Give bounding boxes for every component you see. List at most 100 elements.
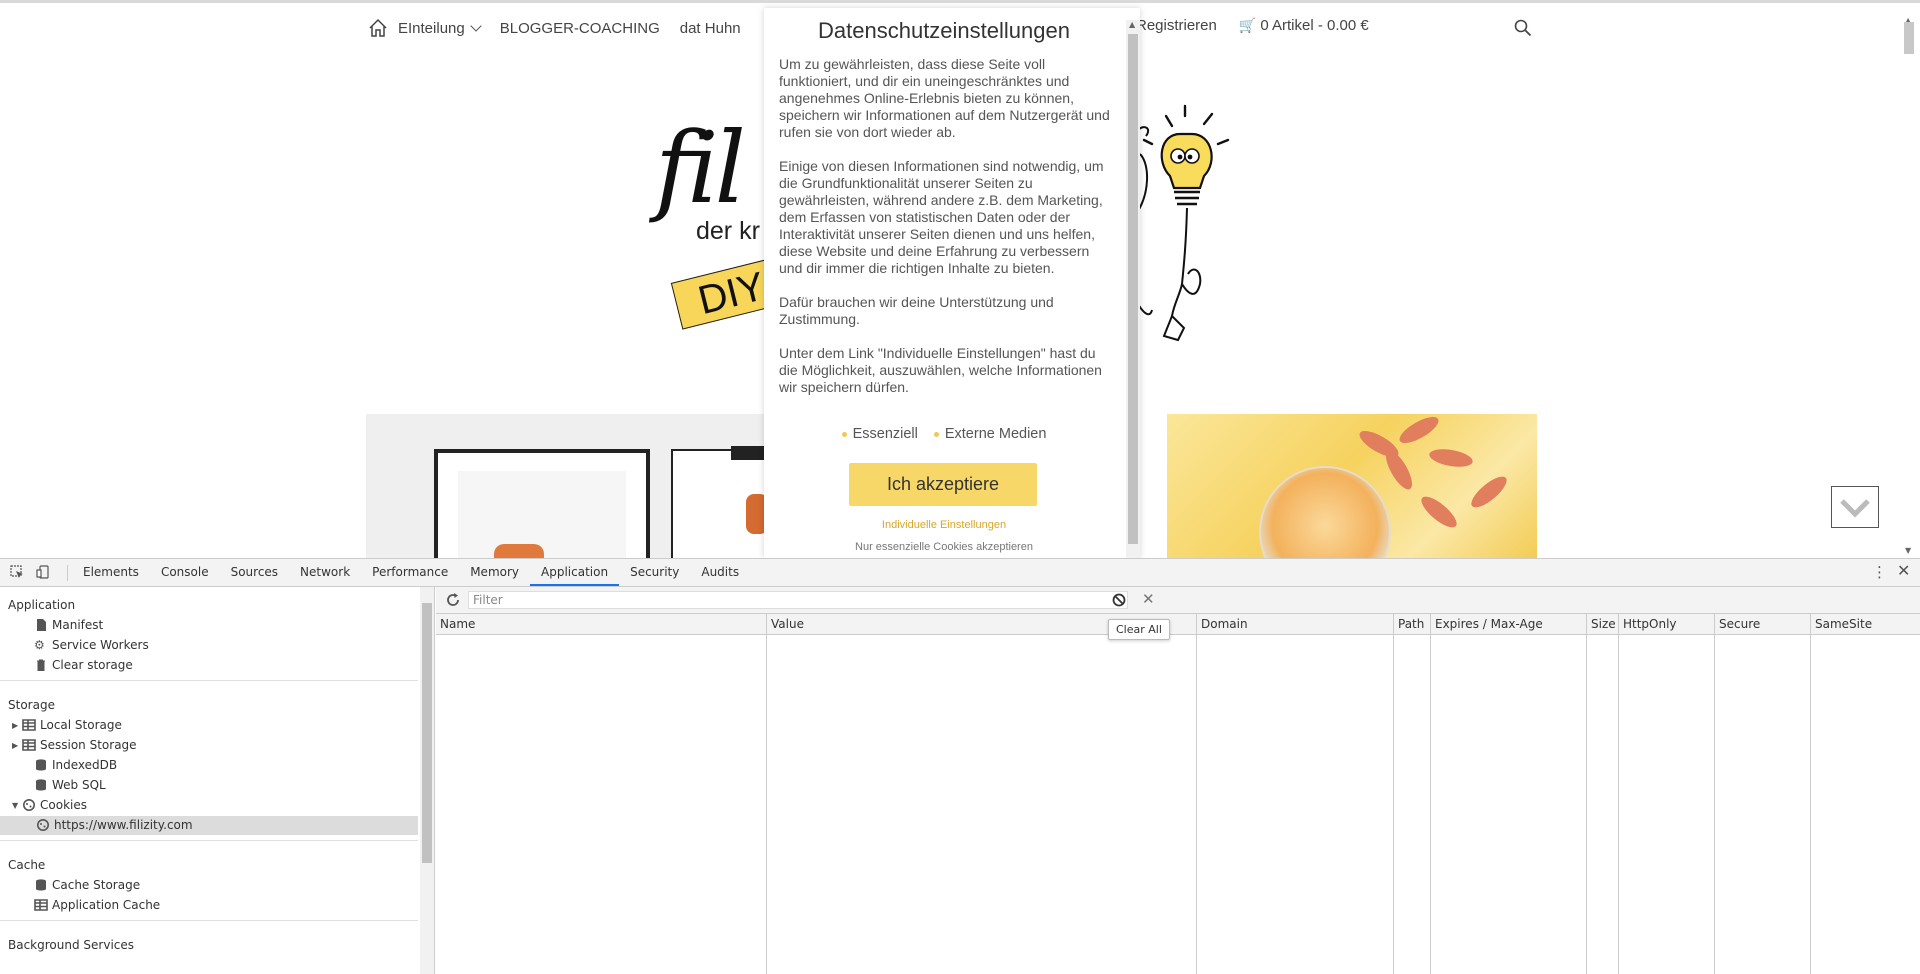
cart-icon[interactable]: 🛒 xyxy=(1239,17,1256,34)
sidebar-item-cookie-origin[interactable]: https://www.filizity.com xyxy=(36,818,193,832)
sidebar-scrollbar-thumb[interactable] xyxy=(422,603,432,863)
cookie-icon xyxy=(23,799,35,811)
option-externe-medien[interactable]: Externe Medien xyxy=(933,426,1046,442)
privacy-consent-dialog: Datenschutzeinstellungen Um zu gewährlei… xyxy=(764,8,1140,558)
device-toggle-icon[interactable] xyxy=(36,565,50,579)
cookies-panel: ✕ Clear All Name Value Domain Path Expir… xyxy=(436,587,1920,974)
sidebar-scrollbar[interactable] xyxy=(420,587,435,974)
devtools-tabs: Elements Console Sources Network Perform… xyxy=(72,559,750,586)
nav-item-einteilung[interactable]: EInteilung xyxy=(398,20,482,37)
column-path[interactable]: Path xyxy=(1393,614,1430,974)
tab-memory[interactable]: Memory xyxy=(459,559,530,586)
account-navigation: Registrieren 🛒 0 Artikel - 0.00 € xyxy=(1136,17,1369,34)
inspect-element-icon[interactable] xyxy=(10,565,24,579)
grid-icon xyxy=(22,739,36,751)
nav-item-blogger-coaching[interactable]: BLOGGER-COACHING xyxy=(500,20,660,37)
bullet-icon xyxy=(933,431,939,437)
filter-input[interactable] xyxy=(468,591,1128,609)
consent-paragraph: Dafür brauchen wir deine Unterstützung u… xyxy=(779,294,1054,327)
section-title-application: Application xyxy=(8,598,76,612)
column-value[interactable]: Value xyxy=(766,614,1196,974)
more-options-icon[interactable]: ⋮ xyxy=(1872,563,1887,581)
column-name[interactable]: Name xyxy=(436,614,766,974)
page-scrollbar-thumb[interactable] xyxy=(1904,22,1914,54)
cart-summary[interactable]: 0 Artikel - 0.00 € xyxy=(1260,17,1368,34)
database-icon xyxy=(36,779,46,791)
consent-options: Essenziell Externe Medien xyxy=(764,426,1124,442)
devtools-panel: Elements Console Sources Network Perform… xyxy=(0,558,1920,974)
tab-sources[interactable]: Sources xyxy=(220,559,289,586)
clear-all-icon[interactable] xyxy=(1112,593,1126,607)
register-link[interactable]: Registrieren xyxy=(1136,17,1217,34)
grid-icon xyxy=(34,899,48,911)
cookies-table: Name Value Domain Path Expires / Max-Age… xyxy=(436,614,1920,974)
section-title-background-services: Background Services xyxy=(8,938,135,952)
column-expires[interactable]: Expires / Max-Age xyxy=(1430,614,1586,974)
essential-only-link[interactable]: Nur essenzielle Cookies akzeptieren xyxy=(764,541,1124,553)
chevron-down-icon xyxy=(1840,499,1870,518)
page-scrollbar[interactable]: ▲ ▼ xyxy=(1902,16,1915,556)
tab-audits[interactable]: Audits xyxy=(690,559,750,586)
search-icon[interactable] xyxy=(1514,19,1532,37)
sidebar-item-session-storage[interactable]: ▶ Session Storage xyxy=(12,738,137,752)
sidebar-item-local-storage[interactable]: ▶ Local Storage xyxy=(12,718,122,732)
sidebar-item-cache-storage[interactable]: Cache Storage xyxy=(24,878,140,892)
tab-application[interactable]: Application xyxy=(530,559,620,586)
tab-security[interactable]: Security xyxy=(619,559,690,586)
logo-tagline: der kr xyxy=(696,217,760,245)
trash-icon xyxy=(37,659,45,671)
column-size[interactable]: Size xyxy=(1586,614,1618,974)
section-title-cache: Cache xyxy=(8,858,46,872)
tab-elements[interactable]: Elements xyxy=(72,559,150,586)
sidebar-item-clear-storage[interactable]: Clear storage xyxy=(24,658,133,672)
database-icon xyxy=(36,759,46,771)
refresh-icon[interactable] xyxy=(445,592,461,608)
individual-settings-link[interactable]: Individuelle Einstellungen xyxy=(764,519,1124,531)
logo-script: fil xyxy=(655,112,746,226)
sidebar-item-manifest[interactable]: Manifest xyxy=(24,618,103,632)
close-icon[interactable]: ✕ xyxy=(1897,561,1910,580)
tab-performance[interactable]: Performance xyxy=(361,559,459,586)
main-navigation: EInteilung BLOGGER-COACHING dat Huhn xyxy=(368,17,761,39)
clear-all-tooltip: Clear All xyxy=(1108,619,1170,640)
nav-item-dat-huhn[interactable]: dat Huhn xyxy=(680,20,741,37)
product-image-drink[interactable] xyxy=(1167,414,1537,558)
consent-body: Um zu gewährleisten, dass diese Seite vo… xyxy=(779,56,1115,413)
devtools-toolbar: Elements Console Sources Network Perform… xyxy=(0,559,1920,587)
cookie-icon xyxy=(37,819,49,831)
database-icon xyxy=(36,879,46,891)
home-icon[interactable] xyxy=(368,18,388,38)
sidebar-item-indexeddb[interactable]: IndexedDB xyxy=(24,758,117,772)
document-icon xyxy=(37,619,46,631)
column-domain[interactable]: Domain xyxy=(1196,614,1393,974)
delete-selected-icon[interactable]: ✕ xyxy=(1142,590,1155,608)
top-border xyxy=(0,0,1920,3)
gear-icon: ⚙ xyxy=(34,638,45,652)
sidebar-item-service-workers[interactable]: ⚙ Service Workers xyxy=(24,638,149,652)
collapse-arrow-icon[interactable]: ▼ xyxy=(12,801,22,810)
consent-paragraph: Einige von diesen Informationen sind not… xyxy=(779,158,1104,276)
column-httponly[interactable]: HttpOnly xyxy=(1618,614,1714,974)
lightbulb-illustration xyxy=(1135,104,1230,342)
website-viewport: EInteilung BLOGGER-COACHING dat Huhn Reg… xyxy=(0,0,1920,558)
sidebar-item-web-sql[interactable]: Web SQL xyxy=(24,778,106,792)
section-title-storage: Storage xyxy=(8,698,55,712)
column-samesite[interactable]: SameSite xyxy=(1810,614,1920,974)
consent-paragraph: Unter dem Link "Individuelle Einstellung… xyxy=(779,345,1102,395)
consent-scrollbar-thumb[interactable] xyxy=(1128,34,1138,544)
accept-button[interactable]: Ich akzeptiere xyxy=(849,463,1037,506)
consent-title: Datenschutzeinstellungen xyxy=(818,18,1070,43)
column-secure[interactable]: Secure xyxy=(1714,614,1810,974)
bullet-icon xyxy=(841,431,847,437)
sidebar-item-application-cache[interactable]: Application Cache xyxy=(24,898,160,912)
consent-scrollbar[interactable]: ▲ xyxy=(1126,20,1140,558)
tab-console[interactable]: Console xyxy=(150,559,220,586)
scroll-down-button[interactable] xyxy=(1831,486,1879,528)
expand-arrow-icon[interactable]: ▶ xyxy=(12,741,22,750)
option-essenziell[interactable]: Essenziell xyxy=(841,426,918,442)
sidebar-item-cookies[interactable]: ▼ Cookies xyxy=(12,798,87,812)
application-sidebar: Application Manifest ⚙ Service Workers C… xyxy=(0,587,421,974)
expand-arrow-icon[interactable]: ▶ xyxy=(12,721,22,730)
product-image-frames[interactable] xyxy=(366,414,766,558)
tab-network[interactable]: Network xyxy=(289,559,361,586)
